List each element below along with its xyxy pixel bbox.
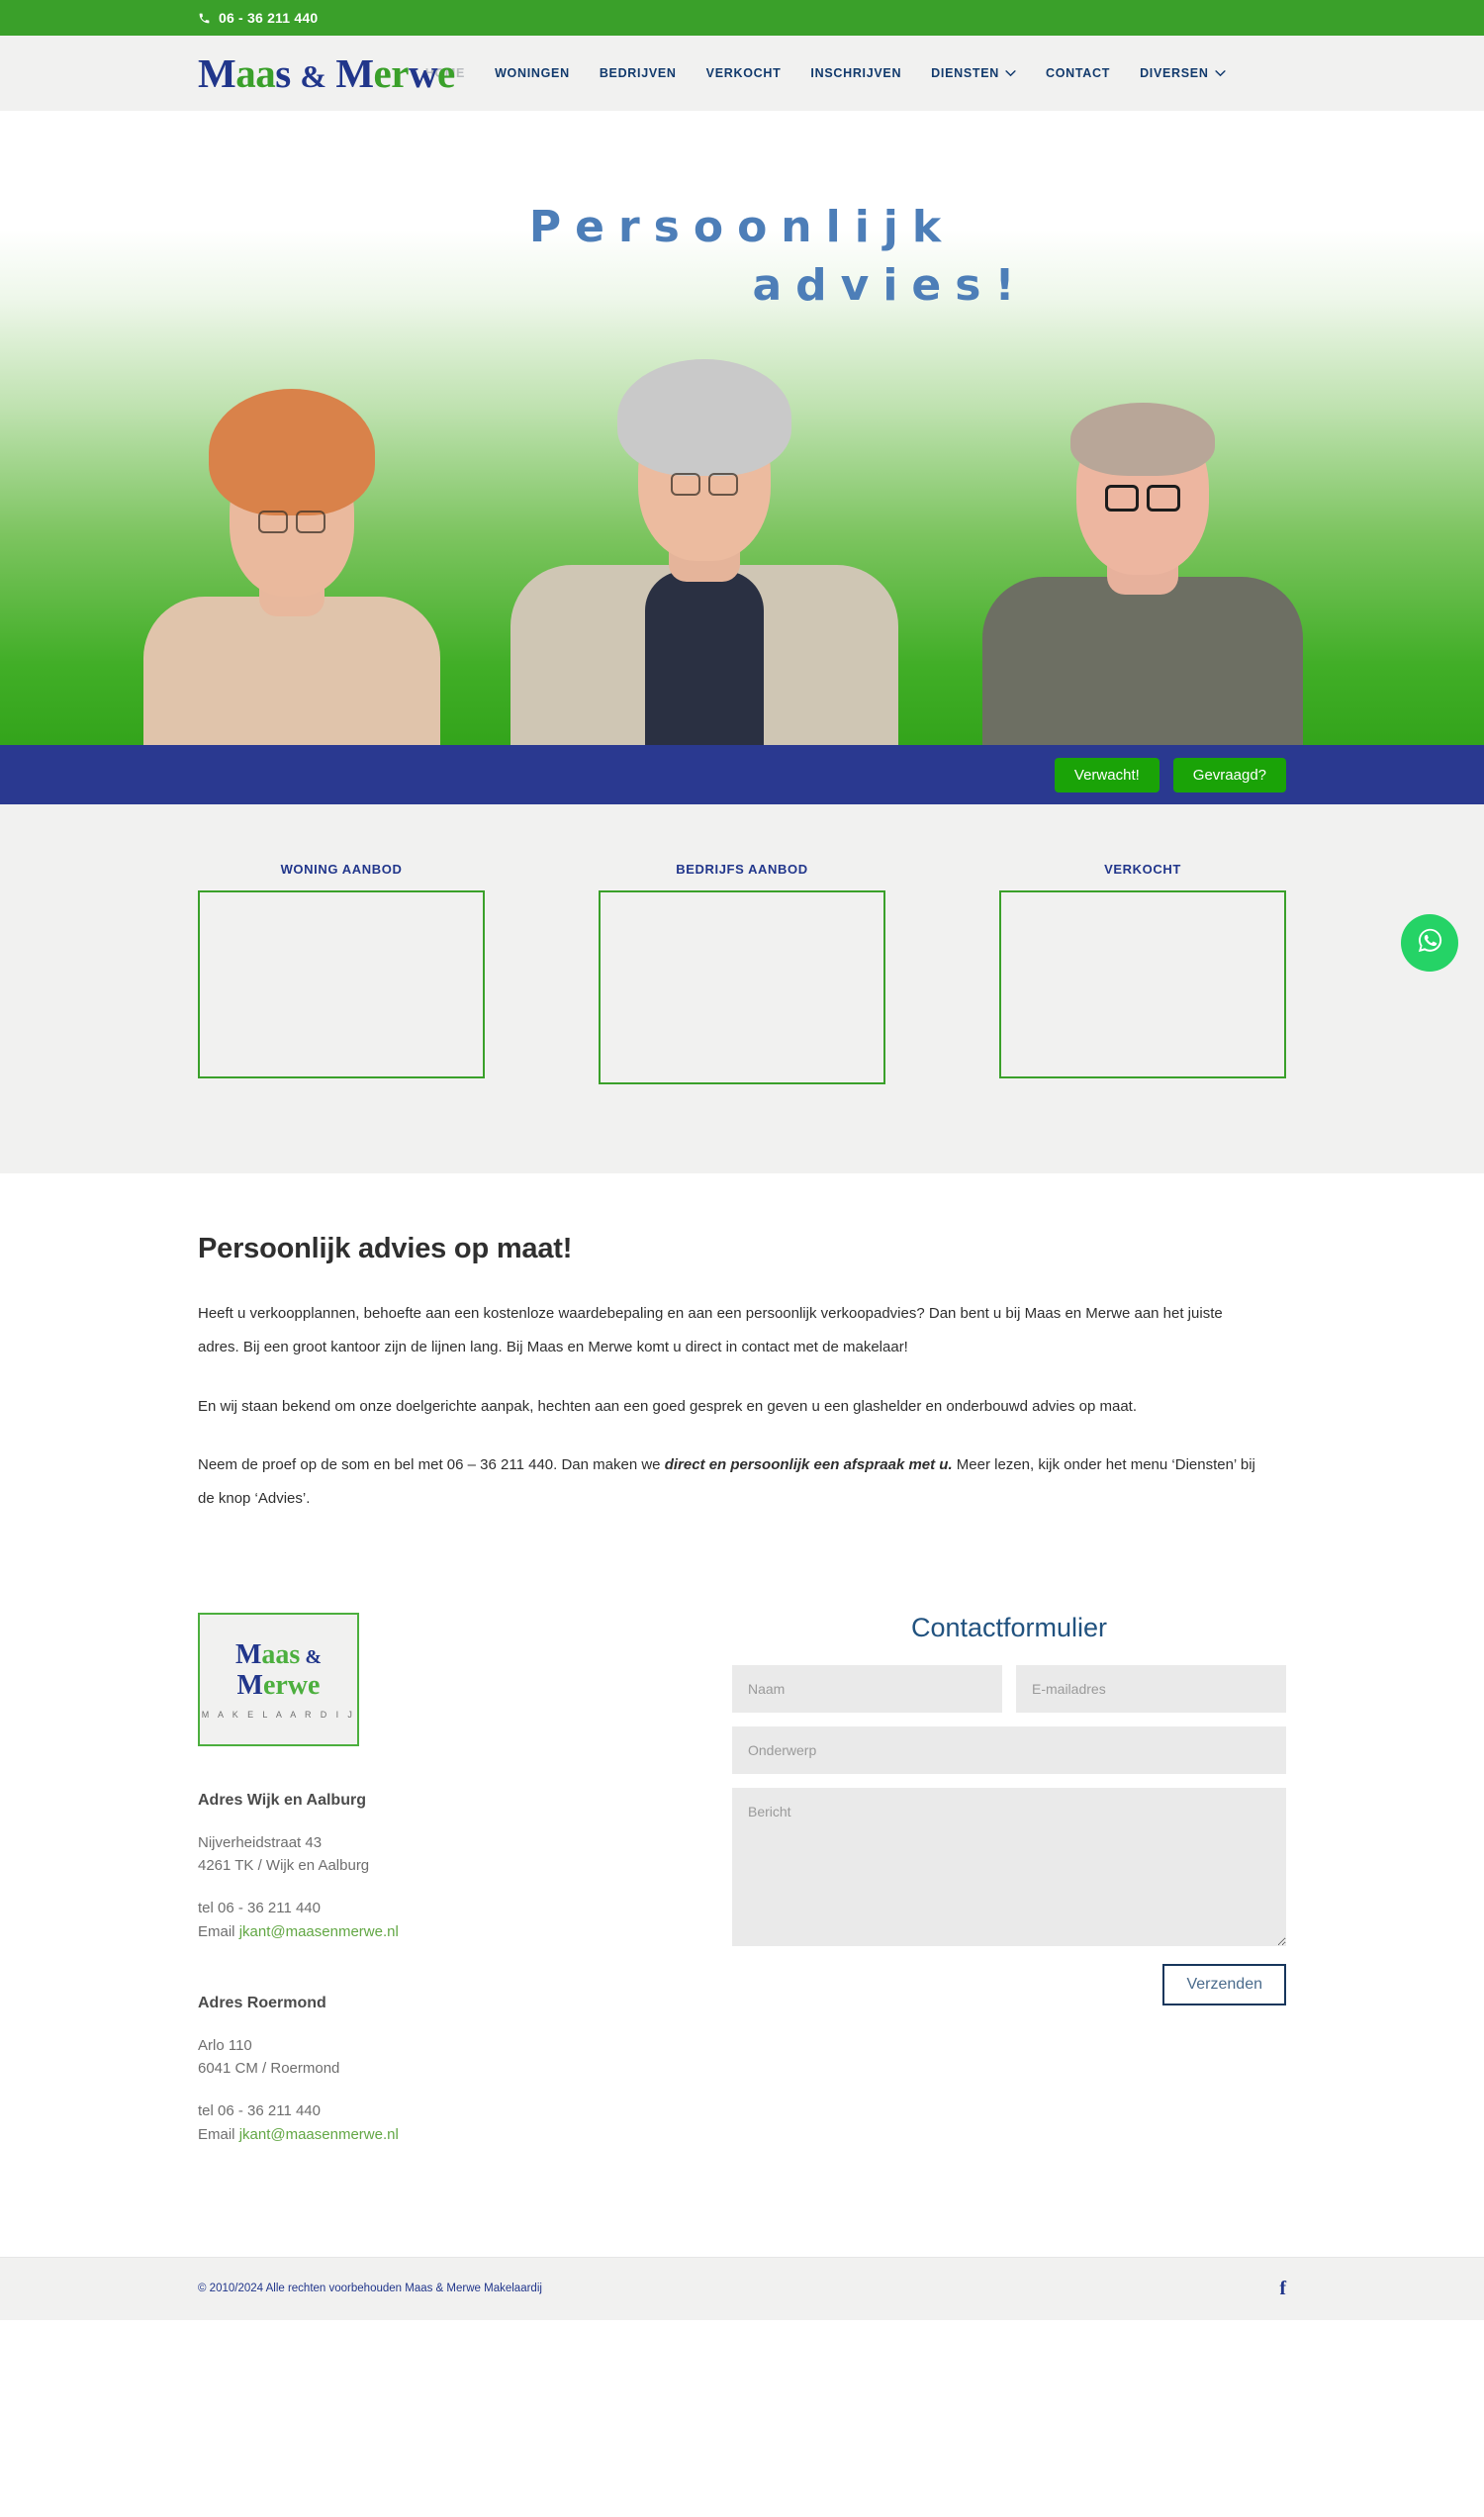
email-label: Email [198,2125,239,2143]
nav-item-bedrijven[interactable]: BEDRIJVEN [600,66,677,80]
footer-logo-line-2: Merwe [236,1670,321,1702]
address-email-row: Email jkant@maasenmerwe.nl [198,1920,653,1943]
hero-line-2: advies! [752,260,1029,312]
team-member-3 [979,403,1306,745]
category-box-verkocht[interactable]: VERKOCHT [999,862,1286,1084]
contact-form-column: Contactformulier Verzenden [732,1613,1286,2197]
facebook-icon[interactable]: f [1279,2278,1286,2300]
action-bar: Verwacht! Gevraagd? [0,745,1484,804]
email-link[interactable]: jkant@maasenmerwe.nl [239,2126,399,2143]
email-label: Email [198,1922,239,1940]
nav-label: WONINGEN [495,66,570,80]
form-row-name-email [732,1664,1286,1713]
site-header: Maas & Merwe HOME WONINGEN BEDRIJVEN VER… [0,36,1484,111]
hero-banner: Persoonlijk advies! [0,111,1484,745]
box-title: VERKOCHT [1104,862,1181,877]
team-member-1 [139,389,445,745]
page-root: 06 - 36 211 440 Maas & Merwe HOME WONING… [0,0,1484,2320]
phone-number: 06 - 36 211 440 [219,10,319,26]
nav-label: INSCHRIJVEN [810,66,902,80]
nav-label: CONTACT [1045,66,1111,80]
box-title: WONING AANBOD [280,862,403,877]
paragraph-1: Heeft u verkoopplannen, behoefte aan een… [198,1305,1223,1355]
paragraph-3: Neem de proef op de som en bel met 06 – … [198,1448,1256,1516]
address-block-wijk-en-aalburg: Adres Wijk en Aalburg Nijverheidstraat 4… [198,1792,653,1943]
nav-item-contact[interactable]: CONTACT [1046,66,1110,80]
address-title: Adres Wijk en Aalburg [198,1791,366,1809]
header-phone-link[interactable]: 06 - 36 211 440 [198,10,318,26]
address-block-roermond: Adres Roermond Arlo 110 6041 CM / Roermo… [198,1995,653,2146]
hero-line-1: Persoonlijk [528,202,956,252]
address-tel: tel 06 - 36 211 440 [198,2102,321,2120]
team-member-2 [507,359,902,745]
chevron-down-icon [1214,66,1226,80]
address-email-row: Email jkant@maasenmerwe.nl [198,2123,653,2146]
main-content: Persoonlijk advies op maat! Heeft u verk… [0,1173,1484,1516]
category-box-bedrijfs-aanbod[interactable]: BEDRIJFS AANBOD [599,862,885,1084]
submit-button[interactable]: Verzenden [1162,1963,1286,2005]
address-street: Arlo 110 [198,2036,252,2054]
footer-left-column: Maas & Merwe M A K E L A A R D I J Adres… [198,1612,653,2197]
address-street: Nijverheidstraat 43 [198,1833,323,1851]
nav-label: DIVERSEN [1140,66,1209,80]
email-link[interactable]: jkant@maasenmerwe.nl [239,1923,399,1940]
address-city: 4261 TK / Wijk en Aalburg [198,1857,370,1874]
box-image-frame[interactable] [198,890,485,1078]
footer-logo-subtitle: M A K E L A A R D I J [201,1709,356,1720]
paragraph-2: En wij staan bekend om onze doelgerichte… [198,1397,1138,1415]
email-input[interactable] [1016,1664,1286,1713]
phone-icon [198,12,211,25]
nav-item-diensten[interactable]: DIENSTEN [931,66,1016,80]
nav-item-woningen[interactable]: WONINGEN [495,66,570,80]
footer-bottom-bar: © 2010/2024 Alle rechten voorbehouden Ma… [0,2256,1484,2320]
form-row-message [732,1787,1286,1946]
nav-label: BEDRIJVEN [599,66,677,80]
whatsapp-button[interactable] [1401,914,1458,972]
whatsapp-icon [1415,925,1445,961]
verwacht-button[interactable]: Verwacht! [1054,757,1159,792]
top-contact-bar: 06 - 36 211 440 [0,0,1484,36]
nav-item-verkocht[interactable]: VERKOCHT [706,66,782,80]
site-logo[interactable]: Maas & Merwe [198,52,455,94]
page-title: Persoonlijk advies op maat! [198,1233,573,1264]
copyright-text: © 2010/2024 Alle rechten voorbehouden Ma… [198,2283,542,2295]
address-city: 6041 CM / Roermond [198,2060,340,2077]
nav-label: VERKOCHT [705,66,782,80]
subject-input[interactable] [732,1725,1286,1774]
nav-item-diversen[interactable]: DIVERSEN [1140,66,1226,80]
main-navigation: HOME WONINGEN BEDRIJVEN VERKOCHT INSCHRI… [425,66,1226,80]
team-photo [0,349,1484,745]
footer-logo-line-1: Maas & [234,1638,322,1670]
category-boxes: WONING AANBOD BEDRIJFS AANBOD VERKOCHT [0,804,1484,1173]
address-tel: tel 06 - 36 211 440 [198,1900,321,1917]
box-title: BEDRIJFS AANBOD [676,862,808,877]
paragraph-3-part-a: Neem de proef op de som en bel met 06 – … [198,1456,665,1474]
nav-item-inschrijven[interactable]: INSCHRIJVEN [810,66,901,80]
box-image-frame[interactable] [599,890,885,1084]
gevraagd-button[interactable]: Gevraagd? [1172,757,1286,792]
name-input[interactable] [732,1664,1002,1713]
footer-logo: Maas & Merwe M A K E L A A R D I J [198,1612,359,1746]
paragraph-3-emphasis: direct en persoonlijk een afspraak met u… [664,1456,953,1474]
form-row-subject [732,1725,1286,1774]
box-image-frame[interactable] [999,890,1286,1078]
message-textarea[interactable] [732,1787,1286,1946]
category-box-woning-aanbod[interactable]: WONING AANBOD [198,862,485,1084]
nav-label: DIENSTEN [931,66,999,80]
chevron-down-icon [1005,66,1016,80]
form-submit-row: Verzenden [732,1963,1286,2005]
hero-heading: Persoonlijk advies! [0,111,1484,316]
contact-form-title: Contactformulier [910,1612,1108,1642]
address-title: Adres Roermond [198,1994,326,2011]
footer-widgets: Maas & Merwe M A K E L A A R D I J Adres… [0,1540,1484,2257]
